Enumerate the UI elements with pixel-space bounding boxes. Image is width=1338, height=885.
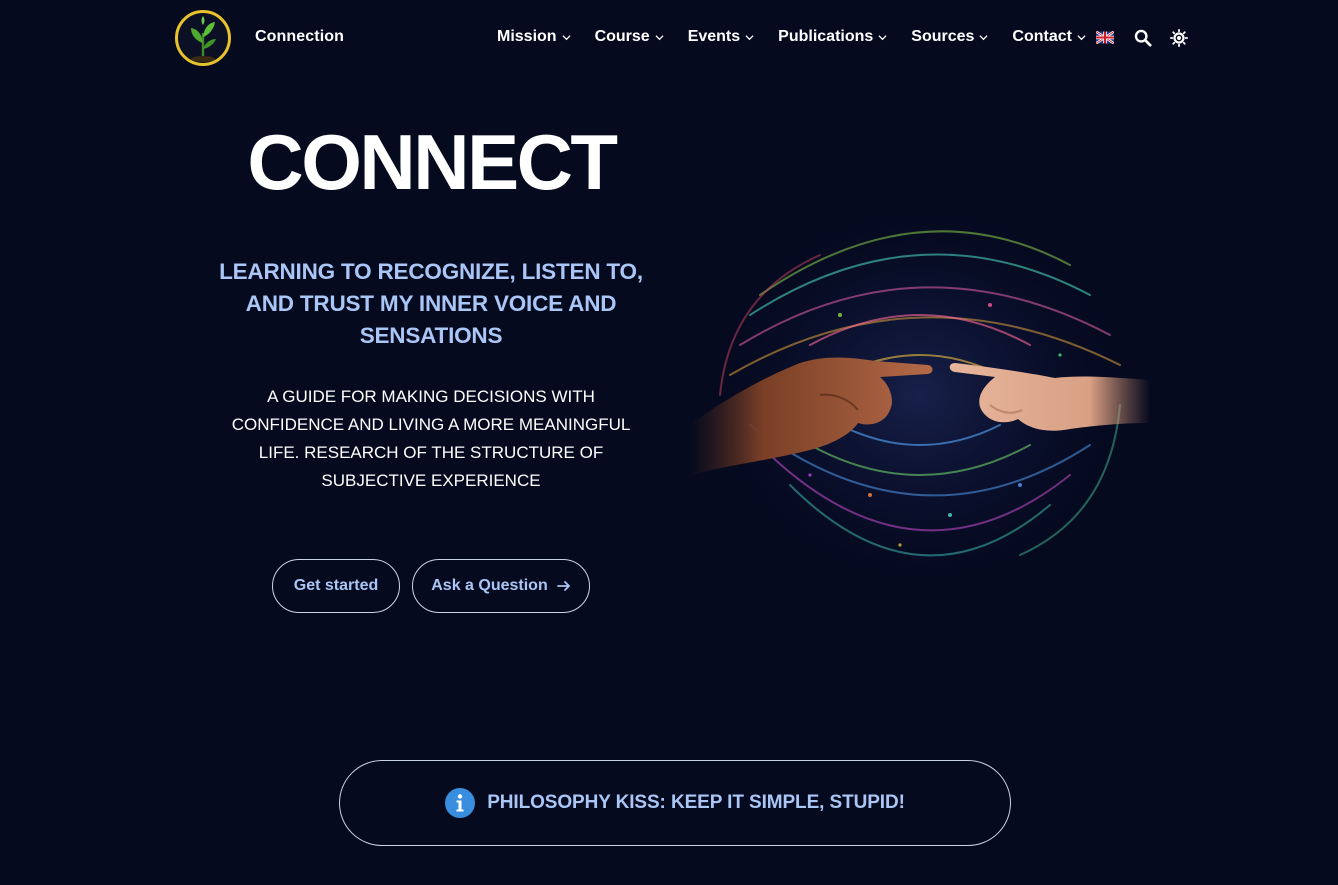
ask-question-label: Ask a Question xyxy=(431,577,548,594)
nav-contact-label: Contact xyxy=(1012,28,1072,45)
main-nav: Mission Course Events Publications Sourc… xyxy=(497,28,1086,46)
chevron-down-icon xyxy=(655,34,664,40)
get-started-label: Get started xyxy=(293,577,379,594)
chevron-down-icon xyxy=(1077,34,1086,40)
callout-text: PHILOSOPHY KISS: KEEP IT SIMPLE, STUPID! xyxy=(487,792,905,813)
hero-description: A GUIDE FOR MAKING DECISIONS WITH CONFID… xyxy=(231,387,631,490)
nav-course-label: Course xyxy=(594,28,650,45)
nav-mission[interactable]: Mission xyxy=(497,28,571,46)
chevron-down-icon xyxy=(878,34,887,40)
sun-icon[interactable] xyxy=(1170,29,1188,47)
site-header: Connection Mission Course Events Publica… xyxy=(0,0,1338,76)
chevron-down-icon xyxy=(745,34,754,40)
chevron-down-icon xyxy=(562,34,571,40)
nav-publications[interactable]: Publications xyxy=(778,28,887,46)
nav-publications-label: Publications xyxy=(778,28,874,45)
nav-contact[interactable]: Contact xyxy=(1012,28,1086,46)
info-icon xyxy=(445,788,476,818)
nav-events-label: Events xyxy=(687,28,741,45)
brand-name[interactable]: Connection xyxy=(255,28,344,46)
hero-subtitle: LEARNING TO RECOGNIZE, LISTEN TO, AND TR… xyxy=(219,259,643,348)
nav-mission-label: Mission xyxy=(497,28,557,45)
get-started-button[interactable]: Get started xyxy=(272,559,400,613)
arrow-right-icon xyxy=(556,581,570,591)
logo-plant-icon[interactable] xyxy=(175,10,231,66)
nav-sources-label: Sources xyxy=(911,28,975,45)
uk-flag-icon[interactable] xyxy=(1096,31,1114,44)
nav-course[interactable]: Course xyxy=(595,28,664,46)
ask-question-button[interactable]: Ask a Question xyxy=(412,559,590,613)
hero-title: CONNECT xyxy=(247,118,618,206)
philosophy-callout: PHILOSOPHY KISS: KEEP IT SIMPLE, STUPID! xyxy=(339,760,1011,846)
chevron-down-icon xyxy=(979,34,988,40)
nav-events[interactable]: Events xyxy=(688,28,754,46)
hands-touching-illustration xyxy=(690,195,1150,595)
search-icon[interactable] xyxy=(1134,29,1152,47)
nav-sources[interactable]: Sources xyxy=(911,28,988,46)
